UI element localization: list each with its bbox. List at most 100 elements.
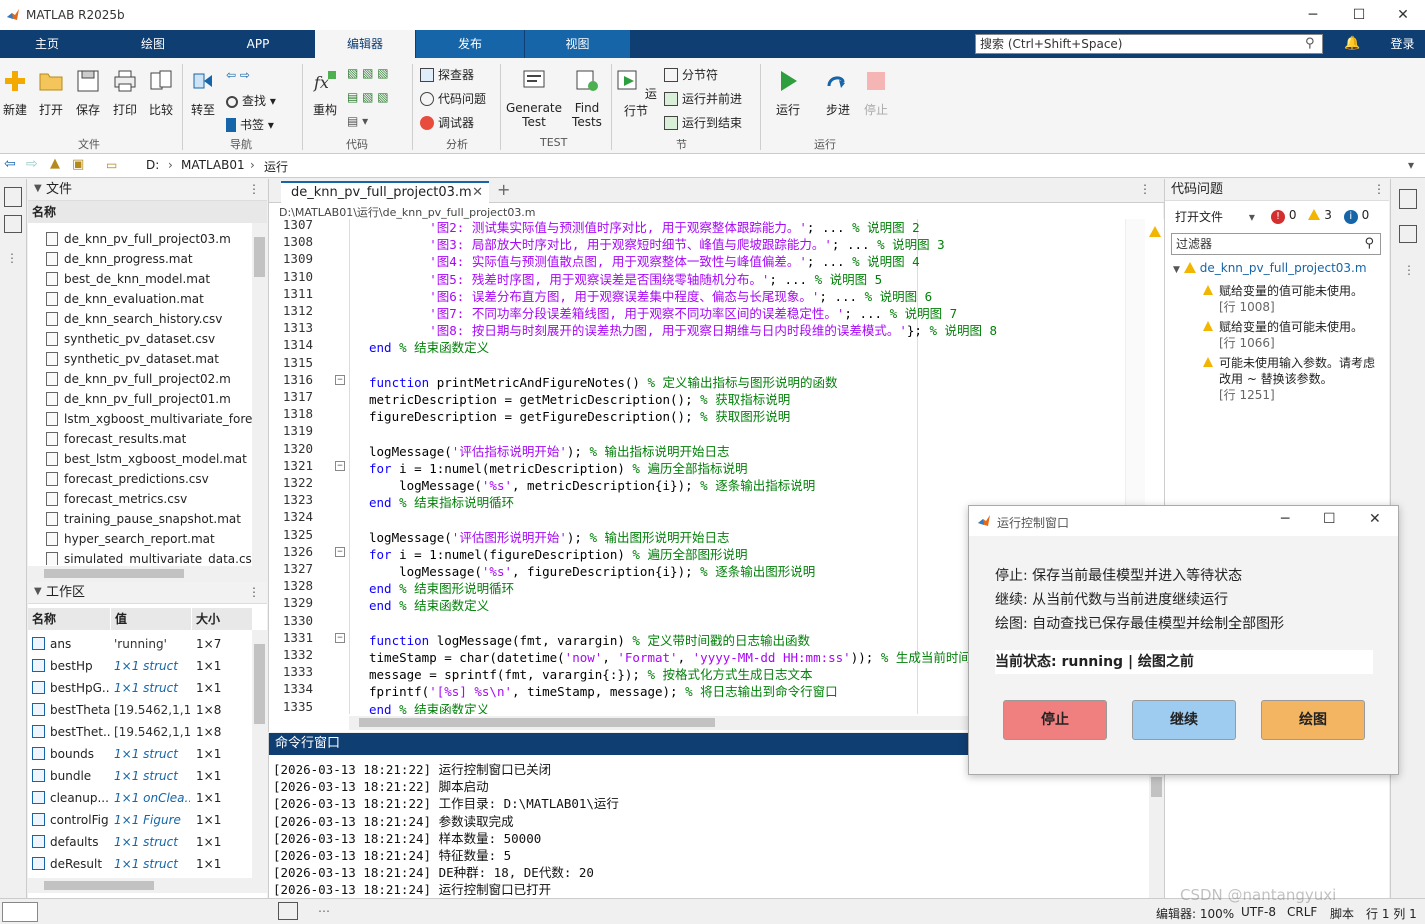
browse-folder-icon[interactable]: ▣: [72, 157, 84, 172]
ws-col-value[interactable]: 值: [111, 608, 191, 630]
back-icon[interactable]: ⇦: [4, 156, 16, 172]
workspace-row[interactable]: bestThet...[19.5462,1,1,...1×8: [28, 721, 252, 743]
code-line[interactable]: figureDescription = getFigureDescription…: [369, 406, 790, 425]
step-button[interactable]: 步进: [818, 68, 858, 118]
command-scrollbar[interactable]: [1149, 757, 1164, 898]
maximize-icon[interactable]: ☐: [1323, 511, 1336, 527]
panel-menu-icon[interactable]: ⋮: [1373, 182, 1385, 196]
collapse-icon[interactable]: ▼: [34, 586, 42, 597]
minimize-icon[interactable]: ─: [1290, 0, 1336, 30]
properties-panel-icon[interactable]: [1399, 225, 1417, 243]
code-line[interactable]: function logMessage(fmt, varargin) % 定义带…: [369, 630, 810, 649]
refactor-button[interactable]: fx 重构: [308, 68, 342, 118]
code-line[interactable]: message = sprintf(fmt, varargin{:}); % 按…: [369, 664, 813, 683]
issue-item[interactable]: 赋给变量的值可能未使用。 [行 1066]: [1203, 319, 1385, 351]
code-line[interactable]: '图8: 按日期与时刻展开的误差热力图, 用于观察日期维与日内时段维的误差模式。…: [369, 320, 997, 339]
dialog-stop-button[interactable]: 停止: [1003, 700, 1107, 740]
save-button[interactable]: 保存: [73, 68, 103, 118]
panel-menu-icon[interactable]: ⋮: [248, 585, 260, 599]
generate-test-button[interactable]: Generate Test: [504, 68, 564, 129]
file-item[interactable]: de_knn_pv_full_project02.m: [28, 369, 231, 389]
run-button[interactable]: 运行: [768, 68, 808, 118]
tab-apps[interactable]: APP: [210, 30, 306, 58]
file-item[interactable]: best_de_knn_model.mat: [28, 269, 210, 289]
close-icon[interactable]: ✕: [1369, 511, 1381, 527]
issue-item[interactable]: 可能未使用输入参数。请考虑改用 ~ 替换该参数。 [行 1251]: [1203, 355, 1385, 403]
layout-toggle-icon[interactable]: [2, 902, 38, 922]
issues-panel-icon[interactable]: [1399, 189, 1417, 209]
maximize-icon[interactable]: ☐: [1336, 0, 1382, 30]
encoding[interactable]: UTF-8: [1241, 905, 1276, 919]
workspace-row[interactable]: bundle 1×1 struct 1×1: [28, 765, 252, 787]
goto-button[interactable]: 转至: [188, 68, 218, 118]
files-hscrollbar[interactable]: [28, 566, 267, 581]
compare-button[interactable]: 比较: [146, 68, 176, 118]
print-button[interactable]: 打印: [110, 68, 140, 118]
bell-icon[interactable]: 🔔: [1344, 36, 1360, 51]
breadcrumb-folder[interactable]: MATLAB01: [181, 158, 245, 172]
workspace-row[interactable]: ans'running' 1×7: [28, 633, 252, 655]
file-item[interactable]: synthetic_pv_dataset.mat: [28, 349, 219, 369]
code-line[interactable]: timeStamp = char(datetime('now', 'Format…: [369, 647, 971, 666]
search-input[interactable]: 搜索 (Ctrl+Shift+Space): [975, 34, 1323, 54]
dialog-plot-button[interactable]: 绘图: [1261, 700, 1365, 740]
file-item[interactable]: de_knn_search_history.csv: [28, 309, 222, 329]
section-break-button[interactable]: 分节符: [664, 66, 718, 83]
issue-item[interactable]: 赋给变量的值可能未使用。 [行 1008]: [1203, 283, 1385, 315]
ws-col-size[interactable]: 大小: [192, 608, 252, 630]
warning-icon[interactable]: [1149, 225, 1165, 239]
more-icon[interactable]: ⋯: [318, 904, 330, 918]
indent-icon[interactable]: ▤ ▧ ▧: [347, 90, 389, 104]
code-line[interactable]: '图6: 误差分布直方图, 用于观察误差集中程度、偏态与长尾现象。'; ... …: [369, 286, 932, 305]
code-line[interactable]: end % 结束函数定义: [369, 337, 489, 356]
login-button[interactable]: 登录: [1380, 30, 1425, 58]
code-line[interactable]: logMessage('%s', metricDescription{i}); …: [369, 475, 815, 494]
tab-plots[interactable]: 绘图: [105, 30, 201, 58]
workspace-row[interactable]: cleanup... 1×1 onClea... 1×1: [28, 787, 252, 809]
code-line[interactable]: '图4: 实际值与预测值散点图, 用于观察整体一致性与峰值偏差。'; ... %…: [369, 251, 919, 270]
code-line[interactable]: end % 结束指标说明循环: [369, 492, 514, 511]
workspace-row[interactable]: bestHpG... 1×1 struct 1×1: [28, 677, 252, 699]
add-tab-icon[interactable]: +: [497, 180, 510, 199]
code-line[interactable]: end % 结束函数定义: [369, 699, 489, 714]
code-line[interactable]: end % 结束函数定义: [369, 595, 489, 614]
file-item[interactable]: forecast_predictions.csv: [28, 469, 209, 489]
files-scrollbar[interactable]: [252, 223, 267, 567]
fold-toggle-icon[interactable]: −: [335, 546, 345, 557]
file-item[interactable]: synthetic_pv_dataset.csv: [28, 329, 215, 349]
command-prompt-icon[interactable]: [278, 902, 298, 920]
breadcrumb-drive[interactable]: D:: [146, 158, 159, 172]
command-output[interactable]: [2026-03-13 18:21:22] 运行控制窗口已关闭 [2026-03-…: [269, 759, 1139, 897]
zoom-level[interactable]: 编辑器: 100%: [1156, 905, 1234, 922]
files-column-name[interactable]: 名称: [28, 201, 267, 223]
line-ending[interactable]: CRLF: [1287, 905, 1317, 919]
workspace-row[interactable]: controlFig 1×1 Figure 1×1: [28, 809, 252, 831]
close-tab-icon[interactable]: ✕: [472, 183, 483, 203]
code-line[interactable]: for i = 1:numel(metricDescription) % 遍历全…: [369, 458, 747, 477]
workspace-scrollbar[interactable]: [252, 630, 267, 878]
run-section-button[interactable]: 运行节: [614, 68, 658, 119]
debugger-button[interactable]: 调试器: [420, 114, 474, 131]
workspace-row[interactable]: bestTheta[19.5462,1,1,...1×8: [28, 699, 252, 721]
forward-icon[interactable]: ⇨: [26, 156, 38, 172]
collapse-icon[interactable]: ▼: [34, 183, 42, 194]
file-item[interactable]: best_lstm_xgboost_model.mat: [28, 449, 247, 469]
file-item[interactable]: de_knn_evaluation.mat: [28, 289, 204, 309]
chevron-down-icon[interactable]: ▾: [1408, 158, 1414, 172]
open-button[interactable]: 打开: [36, 68, 66, 118]
editor-tab-active[interactable]: de_knn_pv_full_project03.m ✕: [281, 181, 489, 203]
find-button[interactable]: 查找 ▾: [226, 92, 276, 109]
tab-view[interactable]: 视图: [525, 30, 630, 58]
file-item[interactable]: simulated_multivariate_data.csv: [28, 549, 252, 565]
bookmark-button[interactable]: 书签 ▾: [226, 116, 274, 133]
more-icon[interactable]: ⋮: [6, 251, 18, 265]
workspace-hscrollbar[interactable]: [28, 878, 267, 893]
workspace-row[interactable]: bestHp 1×1 struct 1×1: [28, 655, 252, 677]
profiler-button[interactable]: 探查器: [420, 66, 474, 83]
file-item[interactable]: hyper_search_report.mat: [28, 529, 215, 549]
file-item[interactable]: forecast_metrics.csv: [28, 489, 187, 509]
panel-menu-icon[interactable]: ⋮: [248, 182, 260, 196]
fold-toggle-icon[interactable]: −: [335, 632, 345, 643]
run-to-end-button[interactable]: 运行到结束: [664, 114, 742, 131]
code-line[interactable]: for i = 1:numel(figureDescription) % 遍历全…: [369, 544, 747, 563]
